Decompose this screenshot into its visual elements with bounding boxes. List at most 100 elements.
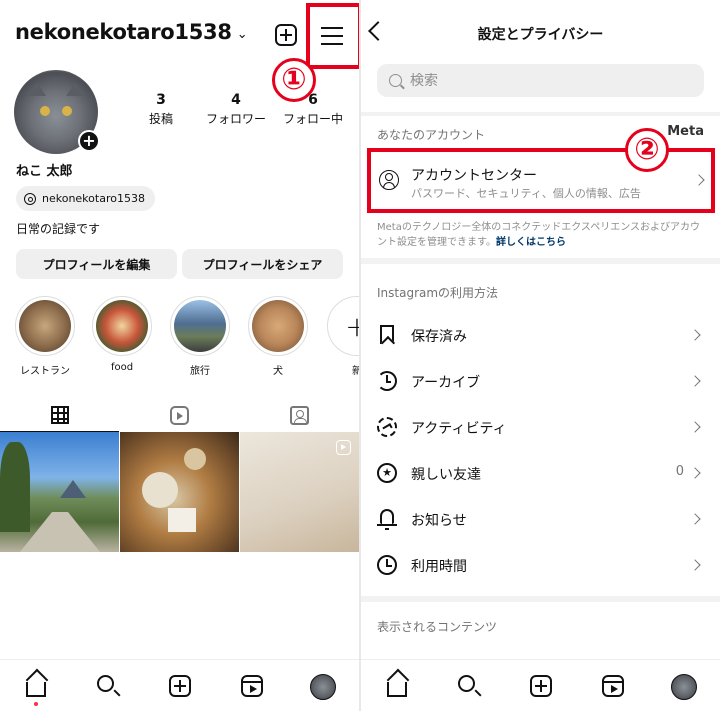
bottom-nav (361, 659, 720, 711)
chevron-down-icon[interactable]: ⌄ (237, 27, 248, 42)
stat-label: 投稿 (148, 112, 173, 126)
highlight-thumbnail (174, 300, 226, 352)
share-profile-button[interactable]: プロフィールをシェア (182, 249, 343, 279)
stat-label: フォロー中 (282, 112, 343, 126)
settings-item-archive[interactable]: アーカイブ (361, 358, 720, 404)
settings-search[interactable] (377, 64, 704, 97)
annotation-box-1 (306, 3, 359, 69)
stat-value: 4 (231, 92, 241, 108)
highlight-label: レストラン (20, 366, 70, 377)
highlight-label: 新 (352, 366, 359, 377)
search-icon (389, 74, 402, 87)
clock-icon (377, 555, 397, 575)
post-thumbnail[interactable] (120, 432, 239, 552)
nav-search[interactable] (96, 674, 120, 698)
new-highlight[interactable]: + 新 (327, 296, 359, 377)
search-icon (97, 675, 114, 692)
nav-search[interactable] (457, 674, 481, 698)
archive-icon (377, 371, 397, 391)
highlight-item[interactable]: food (92, 296, 152, 373)
learn-more-link[interactable]: 詳しくはこちら (496, 237, 566, 248)
add-icon (530, 675, 552, 697)
nav-profile[interactable] (310, 674, 336, 700)
profile-avatar[interactable]: + (14, 70, 100, 154)
reel-icon (336, 440, 351, 455)
stat-posts[interactable]: 3 投稿 (147, 92, 175, 127)
highlight-label: 犬 (273, 366, 283, 377)
notification-dot (34, 702, 38, 706)
profile-avatar-icon (310, 674, 336, 700)
settings-item-label: 利用時間 (411, 559, 467, 575)
nav-reels[interactable] (240, 674, 264, 698)
settings-item-activity[interactable]: アクティビティ (361, 404, 720, 450)
settings-item-notifications[interactable]: お知らせ (361, 496, 720, 542)
activity-icon (377, 417, 397, 437)
nav-home[interactable] (24, 674, 48, 698)
highlight-thumbnail (96, 300, 148, 352)
section-divider (361, 258, 720, 264)
nav-create[interactable] (529, 674, 553, 698)
post-thumbnail[interactable] (0, 432, 119, 552)
nav-profile[interactable] (671, 674, 697, 700)
annotation-number-2: ② (625, 128, 669, 172)
chevron-right-icon (689, 375, 701, 387)
section-divider (361, 596, 720, 602)
chevron-right-icon (689, 559, 701, 571)
highlight-label: food (110, 362, 134, 373)
settings-item-label: お知らせ (411, 513, 467, 529)
add-story-icon[interactable]: + (78, 130, 100, 152)
post-thumbnail[interactable] (240, 432, 359, 552)
stat-following[interactable]: 6 フォロー中 (281, 92, 345, 127)
edit-profile-button[interactable]: プロフィールを編集 (16, 249, 177, 279)
settings-item-close-friends[interactable]: ★ 親しい友達 0 (361, 450, 720, 496)
stat-label: フォロワー (205, 112, 266, 126)
highlight-label: 旅行 (190, 366, 210, 377)
meta-description: Metaのテクノロジー全体のコネクテッドエクスペリエンスおよびアカウント設定を管… (377, 220, 707, 250)
display-name: ねこ 太郎 (16, 164, 73, 179)
highlight-item[interactable]: 旅行 (170, 296, 230, 377)
stat-followers[interactable]: 4 フォロワー (203, 92, 269, 127)
reels-icon (241, 675, 263, 697)
search-icon (458, 675, 475, 692)
add-icon (169, 675, 191, 697)
tab-tagged[interactable] (240, 398, 359, 432)
settings-item-label: アーカイブ (411, 375, 481, 391)
create-post-icon[interactable] (275, 24, 297, 46)
close-friends-star-icon: ★ (377, 463, 397, 483)
highlight-item[interactable]: 犬 (248, 296, 308, 377)
highlight-item[interactable]: レストラン (15, 296, 75, 377)
profile-content-tabs (0, 398, 359, 432)
nav-reels[interactable] (601, 674, 625, 698)
add-highlight-icon: + (327, 296, 359, 356)
bell-icon (377, 509, 397, 530)
tab-posts-grid[interactable] (0, 398, 119, 432)
search-input[interactable] (410, 72, 670, 89)
tagged-icon (290, 405, 309, 425)
username-switcher[interactable]: nekonekotaro1538 ⌄ (15, 20, 248, 44)
section-divider (361, 112, 720, 116)
home-icon (26, 682, 46, 697)
stat-value: 6 (308, 92, 318, 108)
stat-value: 3 (156, 92, 166, 108)
reels-icon (602, 675, 624, 697)
settings-item-label: 保存済み (411, 329, 467, 345)
settings-item-label: アクティビティ (411, 421, 507, 437)
page-title: 設定とプライバシー (477, 27, 604, 43)
chevron-right-icon (689, 329, 701, 341)
tab-reels[interactable] (120, 398, 239, 432)
nav-create[interactable] (168, 674, 192, 698)
nav-home[interactable] (385, 674, 409, 698)
section-header: あなたのアカウント (377, 128, 486, 142)
grid-icon (50, 405, 69, 424)
threads-handle: nekonekotaro1538 (42, 192, 145, 205)
profile-username[interactable]: nekonekotaro1538 (15, 20, 232, 44)
threads-badge[interactable]: nekonekotaro1538 (16, 186, 155, 211)
section-header: Instagramの利用方法 (377, 286, 499, 300)
highlight-thumbnail (19, 300, 71, 352)
chevron-right-icon (689, 467, 701, 479)
settings-item-saved[interactable]: 保存済み (361, 312, 720, 358)
profile-screen: nekonekotaro1538 ⌄ ① + 3 投稿 4 フォロワー 6 フォ… (0, 0, 359, 711)
reels-icon (170, 405, 189, 425)
chevron-right-icon (689, 421, 701, 433)
settings-item-time-spent[interactable]: 利用時間 (361, 542, 720, 588)
